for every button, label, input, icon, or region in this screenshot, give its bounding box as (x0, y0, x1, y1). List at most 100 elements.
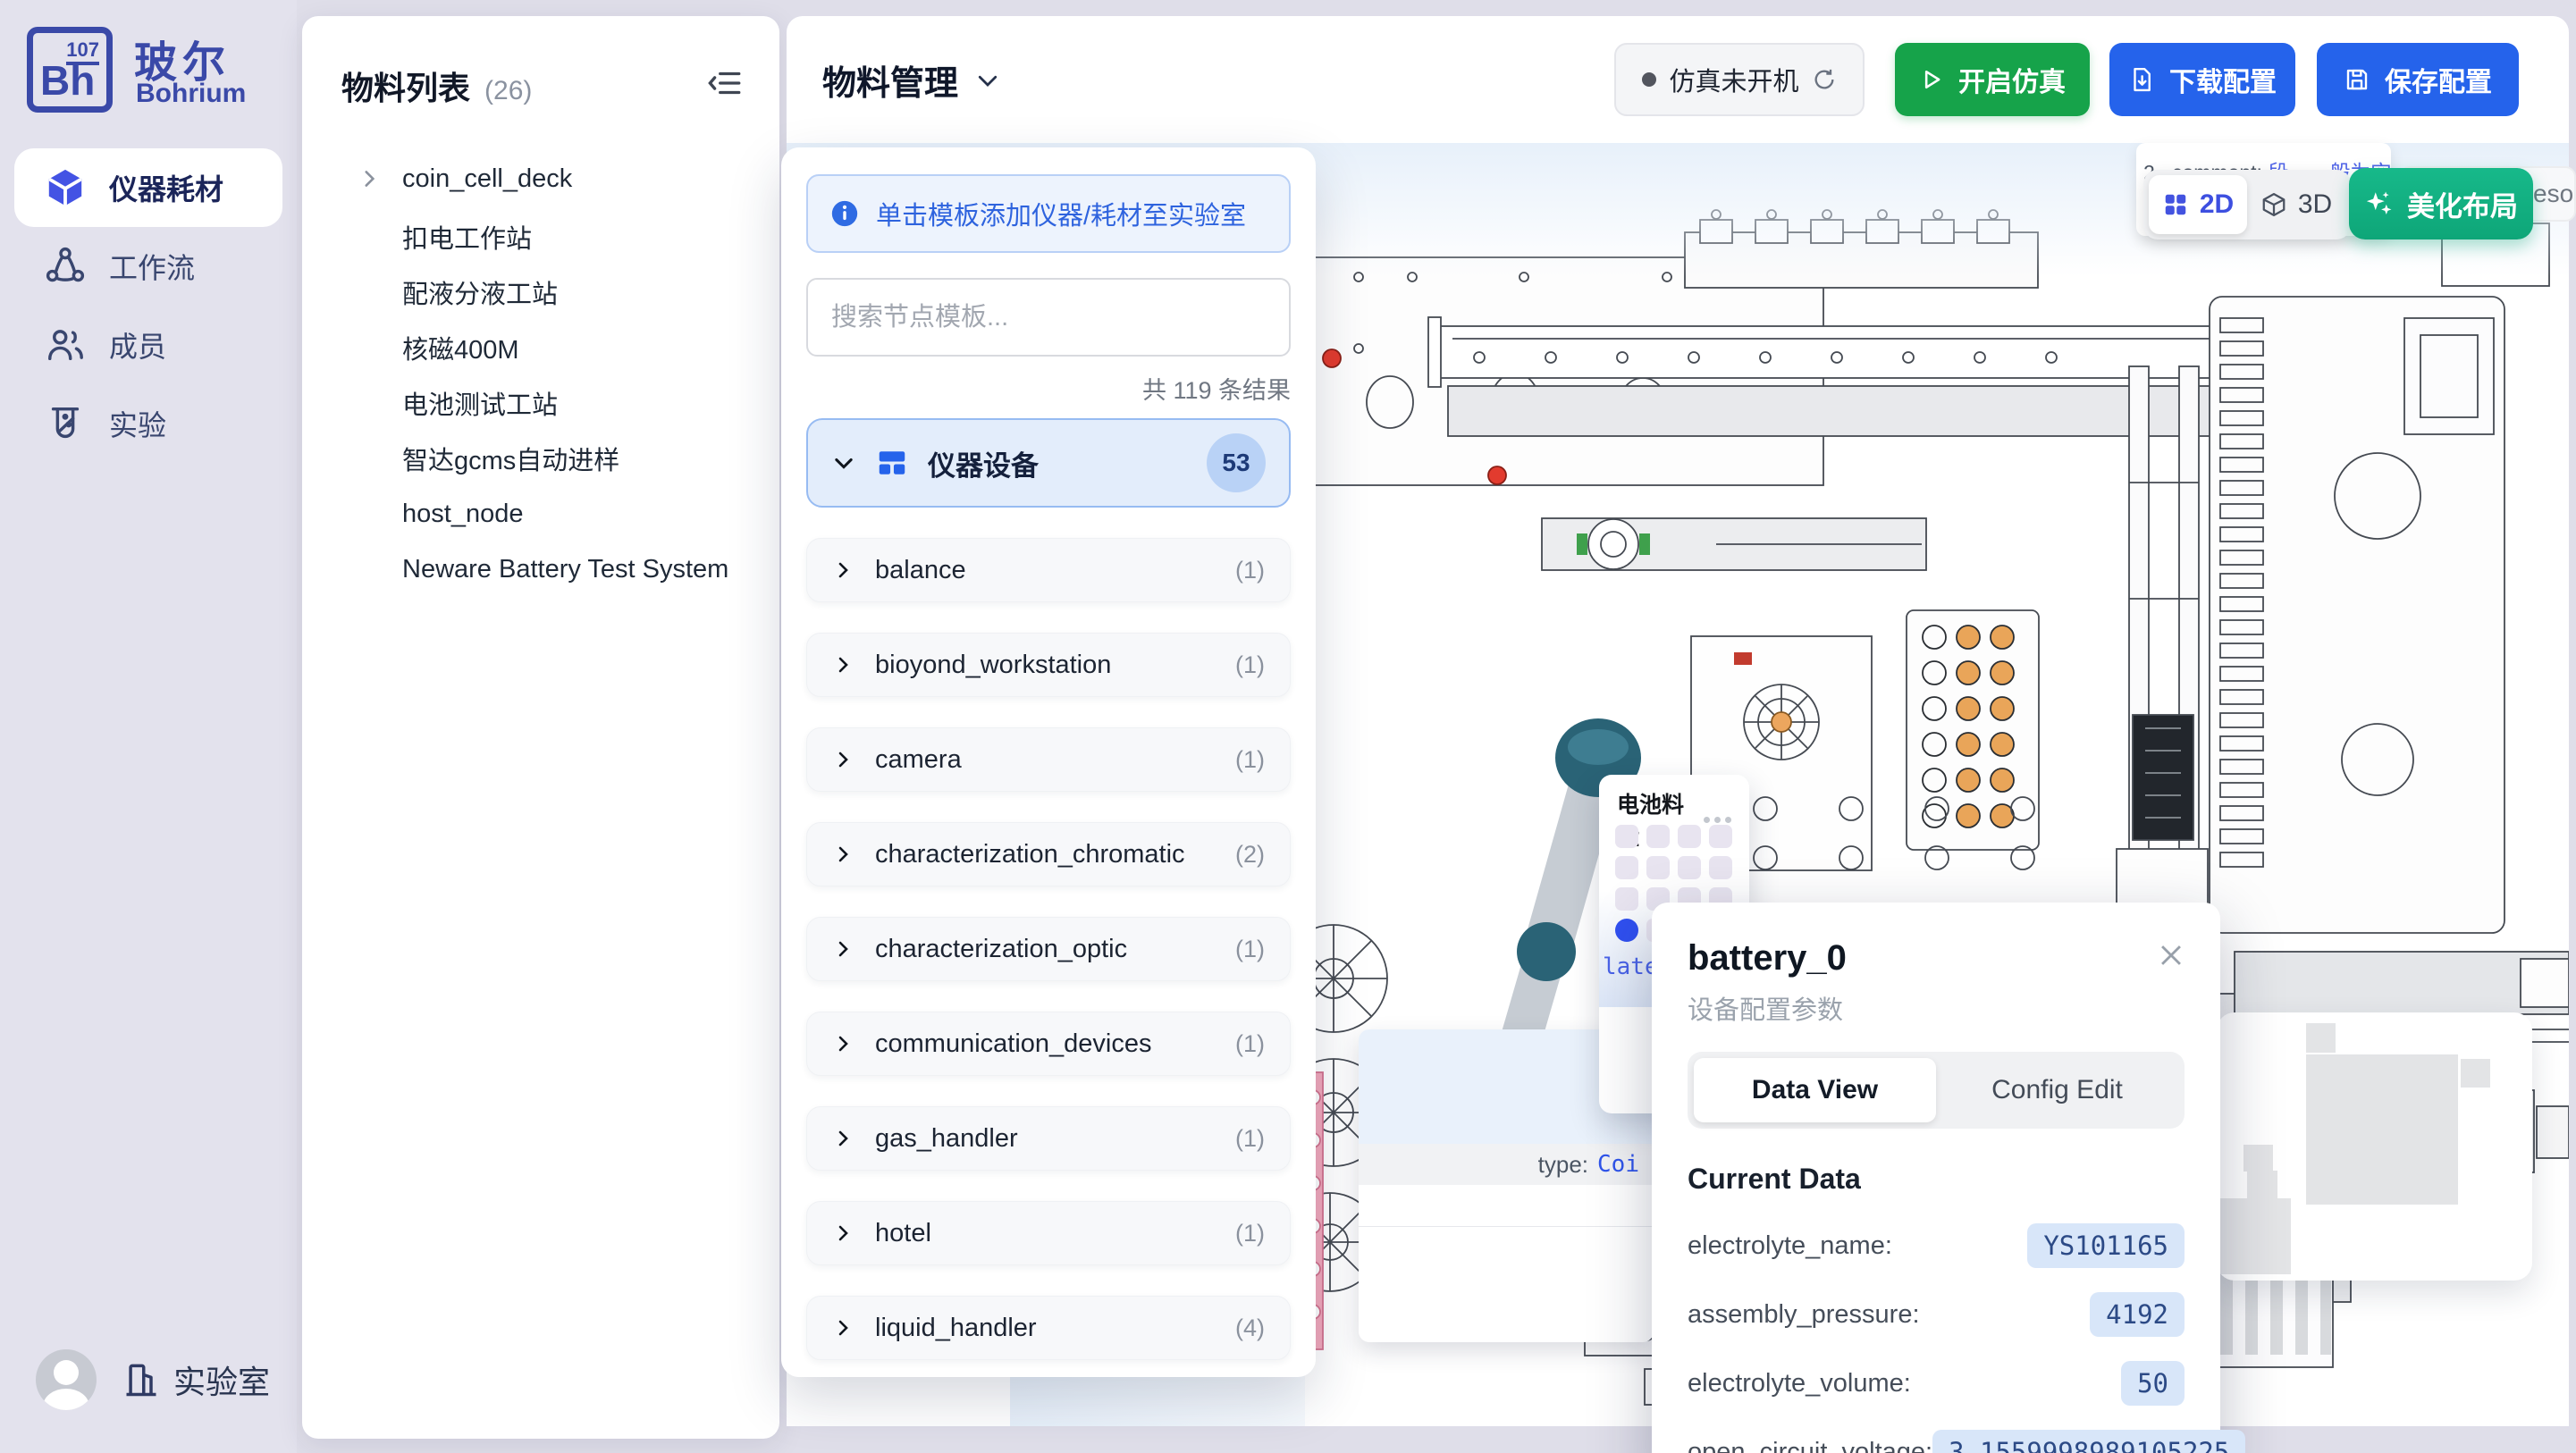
sidebar-item-workflow[interactable]: 工作流 (14, 227, 282, 306)
category-gas-handler[interactable]: gas_handler (1) (806, 1106, 1291, 1171)
download-config-button[interactable]: 下载配置 (2109, 43, 2295, 116)
search-input[interactable] (806, 278, 1291, 357)
sidebar-item-label: 成员 (109, 324, 166, 365)
minimap-shape (2247, 1171, 2277, 1199)
material-item[interactable]: 智达gcms自动进样 (302, 431, 779, 486)
battery-slot[interactable] (1615, 887, 1638, 911)
mode-3d-button[interactable]: 3D (2247, 175, 2345, 234)
page-title-dropdown[interactable]: 物料管理 (822, 55, 1001, 105)
battery-slot[interactable] (1646, 856, 1670, 879)
sidebar-item-label: 实验 (109, 403, 166, 444)
material-list-title: 物料列表 (341, 63, 470, 109)
material-item[interactable]: 扣电工作站 (302, 209, 779, 265)
members-icon (45, 324, 86, 365)
material-item-label: 智达gcms自动进样 (402, 440, 619, 477)
battery-popup: battery_0 设备配置参数 Data View Config Edit C… (1652, 903, 2220, 1453)
category-bioyond-workstation[interactable]: bioyond_workstation (1) (806, 633, 1291, 697)
minimap-shape (2461, 1059, 2490, 1088)
collapse-list-icon[interactable] (706, 64, 744, 102)
category-count: (1) (1235, 1125, 1265, 1153)
save-icon (2344, 66, 2370, 93)
mode-2d-label: 2D (2200, 189, 2234, 220)
simulation-status-badge[interactable]: 仿真未开机 (1614, 43, 1865, 116)
sidebar-item-instruments[interactable]: 仪器耗材 (14, 148, 282, 227)
brand-name-en: Bohrium (136, 79, 246, 109)
chevron-right-icon (832, 938, 854, 960)
view-mode-toggle: 2D 3D (2143, 170, 2351, 239)
category-characterization-optic[interactable]: characterization_optic (1) (806, 917, 1291, 981)
lab-link[interactable]: 实验室 (122, 1356, 270, 1403)
tab-data-view[interactable]: Data View (1694, 1058, 1936, 1122)
battery-slot[interactable] (1646, 825, 1670, 848)
material-item-label: coin_cell_deck (402, 164, 572, 194)
mode-3d-label: 3D (2298, 189, 2332, 220)
sparkles-icon (2364, 189, 2395, 219)
close-icon[interactable] (2156, 940, 2186, 970)
data-label: open_circuit_voltage: (1688, 1438, 1932, 1453)
category-balance[interactable]: balance (1) (806, 538, 1291, 602)
group-instruments[interactable]: 仪器设备 53 (806, 418, 1291, 508)
minimap[interactable] (2217, 1012, 2532, 1281)
chevron-right-icon[interactable] (358, 167, 381, 190)
battery-slot[interactable] (1709, 825, 1732, 848)
minimap-shape (2306, 1054, 2458, 1205)
material-item-coin-cell-deck[interactable]: coin_cell_deck (302, 148, 779, 209)
material-item[interactable]: 核磁400M (302, 320, 779, 375)
cube-3d-icon (2260, 191, 2287, 218)
material-item-label: 扣电工作站 (402, 218, 532, 256)
material-item[interactable]: host_node (302, 486, 779, 542)
download-file-icon (2128, 66, 2155, 93)
sidebar: 107 Bh 玻尔 Bohrium 仪器耗材 工作流 成员 实验 实验室 (0, 0, 297, 1453)
battery-slot[interactable] (1709, 856, 1732, 879)
material-item[interactable]: 电池测试工站 (302, 375, 779, 431)
sidebar-item-label: 工作流 (109, 246, 195, 287)
group-count-badge: 53 (1207, 433, 1266, 492)
data-row: assembly_pressure: 4192 (1688, 1288, 2185, 1341)
mode-2d-button[interactable]: 2D (2149, 175, 2247, 234)
save-config-button[interactable]: 保存配置 (2317, 43, 2519, 116)
chevron-right-icon (832, 559, 854, 581)
category-name: gas_handler (875, 1124, 1214, 1154)
category-characterization-chromatic[interactable]: characterization_chromatic (2) (806, 822, 1291, 886)
status-dot-icon (1642, 72, 1656, 87)
group-name: 仪器设备 (928, 443, 1187, 483)
popup-title: battery_0 (1688, 938, 2185, 978)
battery-slot[interactable] (1615, 856, 1638, 879)
refresh-icon[interactable] (1812, 67, 1837, 92)
popup-tabs: Data View Config Edit (1688, 1052, 2185, 1129)
data-row: electrolyte_name: YS101165 (1688, 1219, 2185, 1272)
category-count: (1) (1235, 936, 1265, 963)
battery-slot[interactable] (1678, 825, 1701, 848)
chevron-right-icon (832, 1033, 854, 1054)
start-simulation-button[interactable]: 开启仿真 (1895, 43, 2090, 116)
category-name: liquid_handler (875, 1314, 1214, 1343)
category-liquid-handler[interactable]: liquid_handler (4) (806, 1296, 1291, 1360)
material-item[interactable]: Neware Battery Test System (302, 542, 779, 597)
battery-slot[interactable] (1615, 825, 1638, 848)
sidebar-item-experiments[interactable]: 实验 (14, 384, 282, 463)
chevron-right-icon (832, 1222, 854, 1244)
category-hotel[interactable]: hotel (1) (806, 1201, 1291, 1265)
minimap-shape (2306, 1023, 2336, 1053)
category-communication-devices[interactable]: communication_devices (1) (806, 1012, 1291, 1076)
battery-slot-selected[interactable] (1615, 919, 1638, 942)
beautify-layout-button[interactable]: 美化布局 (2349, 168, 2533, 239)
data-label: electrolyte_volume: (1688, 1369, 1911, 1398)
tab-config-edit[interactable]: Config Edit (1936, 1058, 2178, 1122)
material-item-label: 配液分液工站 (402, 273, 558, 311)
material-list-count: (26) (484, 76, 532, 106)
hint-banner: 单击模板添加仪器/耗材至实验室 (806, 174, 1291, 253)
more-icon[interactable] (1704, 817, 1731, 823)
info-icon (829, 198, 860, 229)
chevron-down-icon (974, 67, 1001, 94)
category-camera[interactable]: camera (1) (806, 727, 1291, 792)
material-item[interactable]: 配液分液工站 (302, 265, 779, 320)
lab-label: 实验室 (173, 1356, 270, 1403)
category-name: balance (875, 556, 1214, 585)
start-simulation-label: 开启仿真 (1958, 60, 2066, 99)
data-value: YS101165 (2027, 1223, 2185, 1268)
sidebar-item-members[interactable]: 成员 (14, 306, 282, 384)
user-avatar[interactable] (36, 1349, 97, 1410)
battery-slot[interactable] (1678, 856, 1701, 879)
partial-tooltip-text: esou (2533, 180, 2576, 208)
